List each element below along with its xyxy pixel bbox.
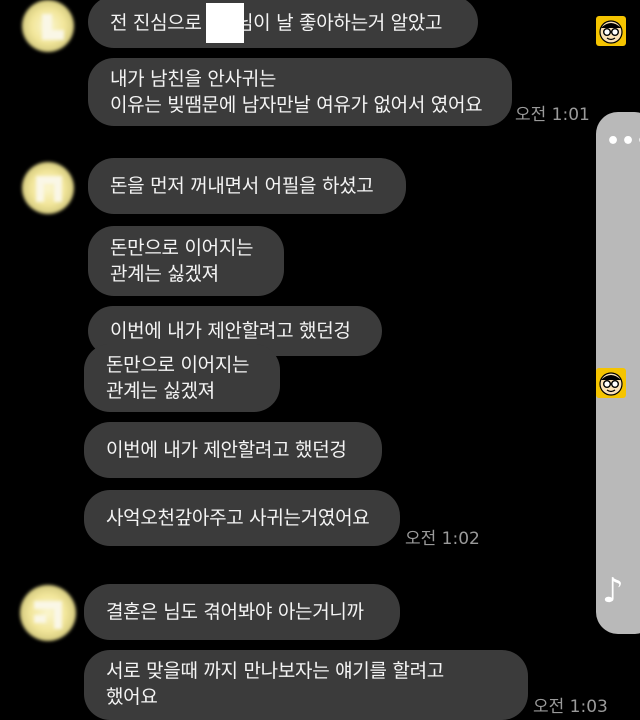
sender-avatar[interactable] xyxy=(22,0,74,52)
more-dots-icon[interactable]: ••• xyxy=(606,131,640,153)
glasses-face-icon xyxy=(596,16,626,46)
music-note-icon[interactable]: ♪ xyxy=(602,574,624,608)
message-bubble: 서로 맞을때 까지 만나보자는 얘기를 할려고 했어요 xyxy=(84,650,528,720)
message-timestamp: 오전 1:02 xyxy=(405,529,480,549)
message-bubble: 사억오천갚아주고 사귀는거였어요 xyxy=(84,490,400,546)
message-bubble: 돈만으로 이어지는 관계는 싫겠져 xyxy=(84,344,280,412)
message-bubble: 돈을 먼저 꺼내면서 어필을 하셨고 xyxy=(88,158,406,214)
message-bubble: 이번에 내가 제안할려고 했던겅 xyxy=(84,422,382,478)
glasses-face-icon xyxy=(596,368,626,398)
sender-avatar[interactable] xyxy=(20,585,76,641)
censor-block xyxy=(206,3,244,43)
message-bubble: 내가 남친을 안사귀는 이유는 빚땜문에 남자만날 여유가 없어서 였어요 xyxy=(88,58,512,126)
sender-avatar[interactable] xyxy=(22,162,74,214)
message-bubble: 돈만으로 이어지는 관계는 싫겠져 xyxy=(88,226,284,296)
message-timestamp: 오전 1:01 xyxy=(515,105,590,125)
message-bubble: 결혼은 님도 겪어봐야 아는거니까 xyxy=(84,584,400,640)
message-timestamp: 오전 1:03 xyxy=(533,697,608,717)
message-bubble: 전 진심으로 ▇▇님이 날 좋아하는거 알았고 xyxy=(88,0,478,48)
